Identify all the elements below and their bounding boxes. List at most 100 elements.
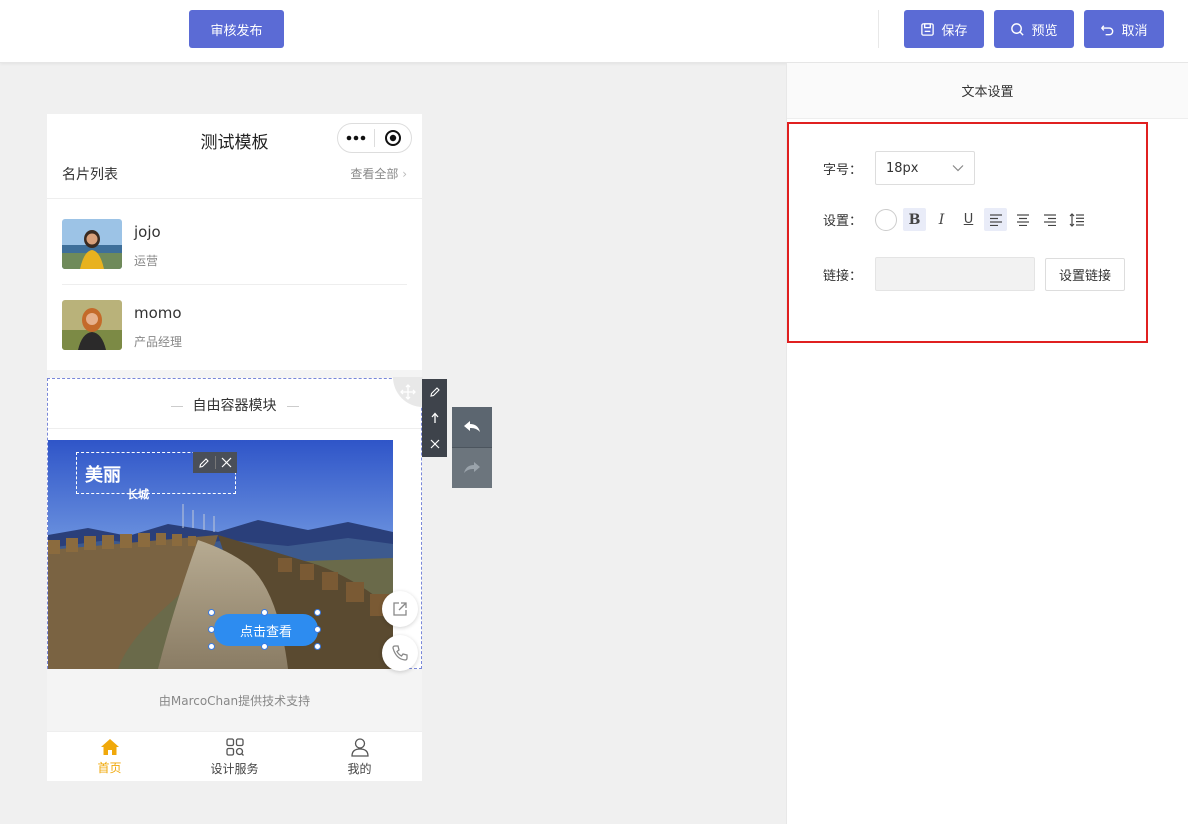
share-icon (393, 602, 407, 616)
undo-button[interactable] (452, 407, 492, 448)
cancel-button-label: 取消 (1121, 23, 1148, 39)
close-icon[interactable] (216, 452, 238, 473)
format-toolbar: B I U (875, 208, 1088, 231)
phone-preview: 测试模板 名片列表 查看全部 › jojo 运营 momo 产品经理 自由容器模… (47, 114, 423, 781)
preview-button-label: 预览 (1031, 23, 1058, 39)
list-item[interactable]: jojo 运营 (62, 199, 407, 279)
grid-icon (225, 737, 244, 756)
card-role: 产品经理 (134, 335, 183, 349)
close-icon[interactable] (422, 431, 447, 457)
selected-text-block[interactable]: 美丽 长城 (76, 452, 237, 501)
color-picker-icon[interactable] (875, 208, 897, 231)
home-icon (100, 738, 119, 755)
avatar (62, 300, 122, 350)
save-button[interactable]: 保存 (904, 10, 984, 48)
undo-arrow-icon (464, 421, 480, 432)
share-button[interactable] (382, 591, 418, 627)
phone-icon (392, 645, 408, 661)
image-headline: 美丽 (85, 465, 121, 486)
chevron-down-icon (952, 165, 964, 172)
format-row: 设置： B I U (823, 208, 1088, 231)
settings-panel: 文本设置 字号： 18px 设置： B I U 链接： 设置链接 (786, 63, 1188, 824)
list-item[interactable]: momo 产品经理 (62, 280, 407, 360)
module-divider (48, 428, 421, 429)
user-icon (350, 737, 369, 757)
tab-mine[interactable]: 我的 (297, 732, 422, 781)
top-toolbar: 审核发布 保存 预览 取消 (0, 0, 1188, 63)
redo-button[interactable] (452, 448, 492, 488)
module-title-text: 自由容器模块 (192, 398, 277, 414)
tab-design-service[interactable]: 设计服务 (172, 732, 297, 781)
align-center-icon[interactable] (1011, 208, 1034, 231)
resize-handle[interactable] (261, 643, 268, 650)
history-controls (452, 407, 492, 488)
font-size-value: 18px (886, 160, 919, 176)
format-label: 设置： (823, 214, 863, 229)
search-icon (1011, 22, 1025, 36)
great-wall-image[interactable]: 美丽 长城 点击查看 (48, 440, 393, 669)
toolbar-divider (878, 10, 879, 48)
tab-mine-label: 我的 (347, 761, 372, 776)
module-side-toolbar (422, 379, 447, 457)
link-row: 链接： 设置链接 (823, 257, 1125, 291)
align-right-icon[interactable] (1038, 208, 1061, 231)
avatar (62, 219, 122, 269)
see-all-link[interactable]: 查看全部 › (350, 165, 407, 182)
arrow-up-icon[interactable] (422, 405, 447, 431)
cta-label: 点击查看 (239, 624, 292, 640)
publish-button[interactable]: 审核发布 (189, 10, 284, 48)
free-container-module[interactable]: 自由容器模块 美丽 长城 点击查看 (47, 377, 423, 671)
link-input[interactable] (875, 257, 1035, 291)
font-size-select[interactable]: 18px (875, 151, 975, 185)
panel-title: 文本设置 (787, 63, 1188, 119)
resize-handle[interactable] (314, 609, 321, 616)
italic-icon[interactable]: I (930, 208, 953, 231)
resize-handle[interactable] (314, 643, 321, 650)
set-link-button-label: 设置链接 (1058, 268, 1111, 284)
cancel-button[interactable]: 取消 (1084, 10, 1164, 48)
bold-icon[interactable]: B (903, 208, 926, 231)
card-name: jojo (134, 223, 161, 241)
save-icon (921, 22, 935, 36)
text-settings-highlight: 字号： 18px 设置： B I U 链接： 设置链接 (787, 122, 1148, 343)
text-block-toolbar (193, 452, 237, 473)
phone-header: 测试模板 名片列表 查看全部 › (47, 114, 422, 198)
link-label: 链接： (823, 268, 863, 284)
line-height-icon[interactable] (1065, 208, 1088, 231)
publish-button-label: 审核发布 (210, 23, 263, 39)
resize-handle[interactable] (208, 609, 215, 616)
font-size-label: 字号： (823, 162, 863, 178)
align-left-icon[interactable] (984, 208, 1007, 231)
panel-title-text: 文本设置 (961, 85, 1014, 100)
set-link-button[interactable]: 设置链接 (1045, 257, 1125, 291)
resize-handle[interactable] (314, 626, 321, 633)
more-menu-icon[interactable] (338, 124, 374, 152)
tab-home-label: 首页 (97, 760, 122, 775)
edit-pencil-icon[interactable] (193, 452, 215, 473)
card-name: momo (134, 304, 182, 322)
module-title: 自由容器模块 (48, 395, 421, 415)
redo-arrow-icon (464, 462, 480, 473)
resize-handle[interactable] (208, 626, 215, 633)
font-size-row: 字号： 18px (823, 151, 975, 185)
resize-handle[interactable] (208, 643, 215, 650)
edit-pencil-icon[interactable] (422, 379, 447, 405)
tab-bar: 首页 设计服务 我的 (47, 731, 422, 781)
call-button[interactable] (382, 635, 418, 671)
preview-button[interactable]: 预览 (994, 10, 1074, 48)
business-card-list: jojo 运营 momo 产品经理 (47, 198, 422, 370)
chevron-right-icon: › (402, 167, 407, 181)
tech-support-note: 由MarcoChan提供技术支持 (158, 694, 311, 708)
view-cta-button[interactable]: 点击查看 (214, 614, 318, 646)
tab-design-service-label: 设计服务 (210, 761, 259, 776)
save-button-label: 保存 (941, 23, 968, 39)
image-subtext: 长城 (127, 488, 149, 501)
undo-icon (1101, 24, 1114, 35)
see-all-label: 查看全部 (350, 167, 399, 181)
tab-home[interactable]: 首页 (47, 732, 172, 781)
resize-handle[interactable] (261, 609, 268, 616)
close-target-icon[interactable] (375, 124, 411, 152)
miniprogram-capsule (337, 123, 412, 153)
card-role: 运营 (134, 254, 159, 268)
underline-icon[interactable]: U (957, 208, 980, 231)
